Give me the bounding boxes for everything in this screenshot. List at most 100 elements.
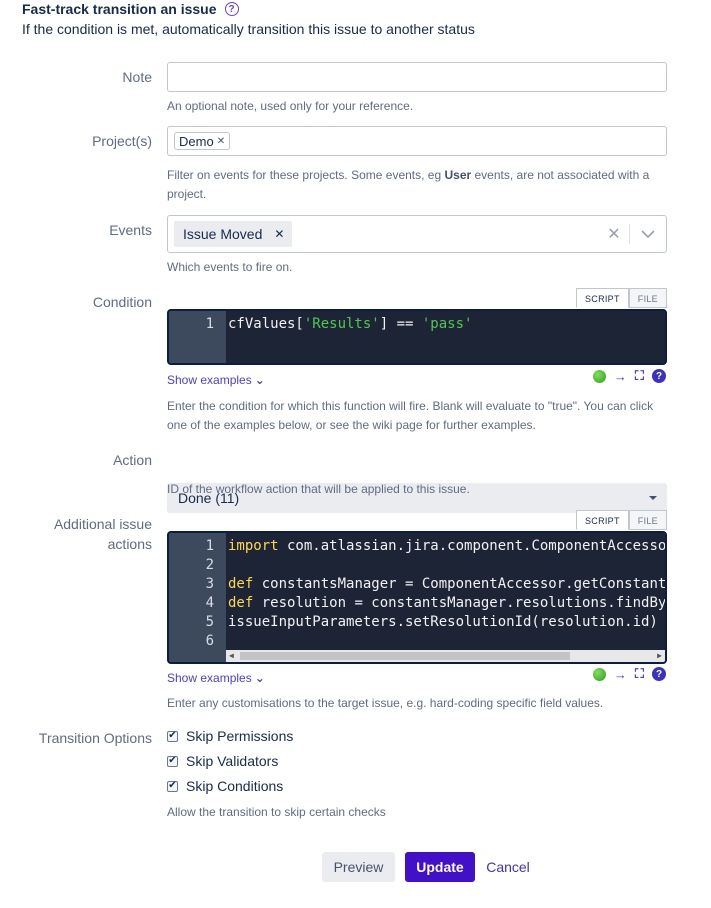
note-label: Note	[122, 69, 152, 85]
condition-tabs: SCRIPT FILE	[575, 288, 667, 308]
code-text: issueInputParameters.setResolutionId(res…	[228, 613, 658, 632]
page-subtitle: If the condition is met, automatically t…	[22, 21, 475, 37]
line-number: 5	[205, 614, 214, 630]
clear-icon[interactable]: ✕	[599, 224, 629, 244]
skip-conditions-label: Skip Conditions	[186, 778, 284, 794]
chevron-down-icon[interactable]	[630, 230, 666, 238]
code-token: ] ==	[379, 316, 422, 332]
code-keyword: def	[228, 576, 254, 592]
code-token: constantsManager = ComponentAccessor.get…	[253, 576, 667, 592]
show-examples-label: Show examples	[167, 671, 252, 685]
condition-help: Enter the condition for which this funct…	[167, 399, 654, 432]
code-string: 'Results'	[303, 316, 380, 332]
code-line: 5 issueInputParameters.setResolutionId(re…	[169, 613, 665, 632]
tab-script[interactable]: SCRIPT	[575, 288, 629, 308]
note-help: An optional note, used only for your ref…	[167, 99, 414, 113]
projects-help-text: Filter on events for these projects. Som…	[167, 168, 445, 182]
transition-options-label: Transition Options	[38, 730, 152, 746]
line-number: 4	[205, 595, 214, 611]
code-line: 4 def resolution = constantsManager.resol…	[169, 594, 665, 613]
code-token: com.atlassian.jira.component.ComponentAc…	[278, 538, 667, 554]
event-chip: Issue Moved ✕	[174, 221, 293, 247]
question-icon[interactable]: ?	[652, 667, 666, 681]
code-text: def constantsManager = ComponentAccessor…	[228, 575, 667, 594]
code-line: 3 def constantsManager = ComponentAccesso…	[169, 575, 665, 594]
projects-help-bold: User	[444, 168, 472, 182]
projects-label: Project(s)	[92, 133, 152, 149]
page-title: Fast-track transition an issue	[22, 1, 217, 17]
note-input[interactable]	[167, 62, 667, 92]
transition-options-help: Allow the transition to skip certain che…	[167, 805, 386, 819]
double-chevron-down-icon: ⌄	[254, 671, 265, 685]
arrow-right-icon[interactable]: →	[614, 369, 627, 384]
fullscreen-icon[interactable]: ⛶	[635, 666, 644, 682]
projects-input[interactable]: Demo ✕	[167, 126, 667, 156]
event-chip-label: Issue Moved	[183, 226, 263, 242]
form-header: Fast-track transition an issue ? If the …	[22, 0, 475, 37]
update-button[interactable]: Update	[405, 852, 475, 882]
additional-actions-label-line1: Additional issue	[53, 516, 152, 532]
project-tag: Demo ✕	[174, 132, 231, 150]
code-line: 6	[169, 632, 665, 651]
actions-editor[interactable]: 1 import com.atlassian.jira.component.Com…	[167, 531, 667, 664]
actions-editor-tools: → ⛶ ?	[592, 666, 666, 682]
code-text: import com.atlassian.jira.component.Comp…	[228, 537, 667, 556]
action-label: Action	[113, 452, 152, 468]
code-token: cfValues[	[228, 316, 304, 332]
code-line: 2	[169, 556, 665, 575]
skip-validators-label: Skip Validators	[186, 753, 279, 769]
tab-file[interactable]: FILE	[628, 288, 667, 308]
tab-file[interactable]: FILE	[628, 510, 667, 530]
arrow-right-icon[interactable]: →	[614, 667, 627, 682]
events-help: Which events to fire on.	[167, 260, 293, 274]
code-token: issueInputParameters.setResolutionId(res…	[228, 614, 658, 630]
checkbox-checked-icon[interactable]: ✔	[167, 780, 178, 792]
action-help: ID of the workflow action that will be a…	[167, 482, 470, 496]
status-ok-icon	[592, 369, 606, 383]
condition-label: Condition	[92, 294, 152, 310]
horizontal-scrollbar[interactable]: ◀ ▶	[226, 650, 665, 662]
projects-help: Filter on events for these projects. Som…	[167, 166, 667, 204]
events-select[interactable]: Issue Moved ✕ ✕	[167, 215, 667, 253]
skip-permissions-option[interactable]: ✔ Skip Permissions	[167, 728, 293, 744]
scroll-left-icon[interactable]: ◀	[229, 650, 234, 662]
code-text: def resolution = constantsManager.resolu…	[228, 594, 667, 613]
code-text: cfValues['Results'] == 'pass'	[228, 315, 472, 334]
code-string: 'pass'	[421, 316, 473, 332]
code-keyword: def	[228, 595, 254, 611]
skip-permissions-label: Skip Permissions	[186, 728, 294, 744]
skip-conditions-option[interactable]: ✔ Skip Conditions	[167, 778, 283, 794]
condition-editor[interactable]: 1 cfValues['Results'] == 'pass'	[167, 309, 667, 365]
show-examples-label: Show examples	[167, 373, 252, 387]
code-keyword: import	[228, 538, 279, 554]
line-number: 6	[205, 633, 214, 649]
code-token: resolution = constantsManager.resolution…	[253, 595, 667, 611]
actions-help: Enter any customisations to the target i…	[167, 696, 604, 710]
line-number: 2	[205, 557, 214, 573]
code-line: 1 import com.atlassian.jira.component.Com…	[169, 537, 665, 556]
code-line: 1 cfValues['Results'] == 'pass'	[169, 315, 665, 334]
fullscreen-icon[interactable]: ⛶	[635, 368, 644, 384]
status-ok-icon	[592, 667, 606, 681]
show-examples-link[interactable]: Show examples ⌄	[167, 671, 265, 685]
checkbox-checked-icon[interactable]: ✔	[167, 730, 178, 742]
skip-validators-option[interactable]: ✔ Skip Validators	[167, 753, 278, 769]
tab-script[interactable]: SCRIPT	[575, 510, 629, 530]
cancel-button[interactable]: Cancel	[482, 852, 534, 882]
events-label: Events	[109, 222, 152, 238]
scroll-right-icon[interactable]: ▶	[657, 650, 662, 662]
preview-button[interactable]: Preview	[322, 852, 395, 882]
help-icon[interactable]: ?	[224, 2, 239, 16]
additional-actions-label-line2: actions	[107, 536, 152, 552]
scrollbar-thumb[interactable]	[240, 652, 570, 660]
line-number: 3	[205, 576, 214, 592]
additional-actions-label: Additional issue actions	[54, 514, 152, 554]
project-tag-label: Demo	[179, 133, 214, 149]
question-icon[interactable]: ?	[652, 369, 666, 383]
remove-event-icon[interactable]: ✕	[274, 227, 284, 241]
condition-editor-tools: → ⛶ ?	[592, 368, 666, 384]
actions-tabs: SCRIPT FILE	[575, 510, 667, 530]
show-examples-link[interactable]: Show examples ⌄	[167, 373, 265, 387]
checkbox-checked-icon[interactable]: ✔	[167, 755, 178, 767]
remove-tag-icon[interactable]: ✕	[217, 136, 225, 147]
